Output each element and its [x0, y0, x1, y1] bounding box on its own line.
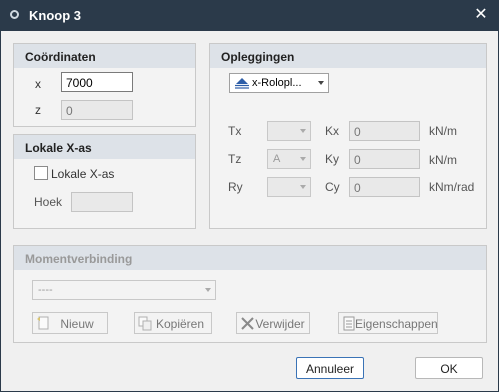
supports-group: Opleggingen x-Rolopl... Tx Kx 0 kN/m Tz … — [209, 43, 487, 229]
dof-select-tx[interactable] — [267, 121, 311, 141]
window-title: Knoop 3 — [29, 8, 81, 23]
coordinates-group: Coördinaten x 7000 z 0 — [13, 43, 196, 127]
angle-input[interactable] — [71, 192, 133, 212]
copy-button-label: Kopiëren — [155, 317, 205, 331]
local-axis-header: Lokale X-as — [14, 135, 195, 159]
spring-input-ky[interactable]: 0 — [349, 149, 420, 169]
moment-connection-value: ---- — [38, 284, 53, 296]
chevron-down-icon — [205, 288, 211, 292]
properties-button-label: Eigenschappen — [355, 317, 438, 331]
unit-kx: kN/m — [429, 124, 457, 138]
moment-connection-select[interactable]: ---- — [32, 280, 216, 300]
properties-button[interactable]: Eigenschappen — [338, 312, 438, 334]
dof-select-tz[interactable]: A — [267, 149, 311, 169]
dof-value-tz: A — [273, 153, 281, 165]
roller-support-icon — [235, 78, 249, 89]
spring-input-cy[interactable]: 0 — [349, 177, 420, 197]
z-label: z — [35, 103, 41, 117]
new-button-label: Nieuw — [60, 317, 94, 331]
chevron-down-icon — [300, 157, 306, 161]
dialog-body: Coördinaten x 7000 z 0 Lokale X-as Lokal… — [0, 31, 499, 392]
dof-label-ry: Ry — [228, 180, 243, 194]
app-icon — [10, 10, 19, 19]
supports-header: Opleggingen — [210, 44, 486, 68]
close-icon[interactable]: ✕ — [471, 5, 491, 25]
local-axis-checkbox-label: Lokale X-as — [51, 167, 115, 181]
unit-ky: kN/m — [429, 153, 457, 167]
chevron-down-icon — [300, 185, 306, 189]
moment-connection-header: Momentverbinding — [14, 246, 486, 270]
support-type-select[interactable]: x-Rolopl... — [229, 73, 329, 93]
chevron-down-icon — [318, 81, 324, 85]
x-input[interactable]: 7000 — [61, 72, 133, 92]
local-axis-checkbox[interactable] — [34, 166, 48, 180]
delete-button-label: Verwijder — [255, 317, 305, 331]
spring-label-cy: Cy — [325, 180, 340, 194]
unit-cy: kNm/rad — [429, 180, 475, 194]
chevron-down-icon — [300, 129, 306, 133]
ok-button-label: OK — [440, 362, 458, 376]
cancel-button-label: Annuleer — [305, 362, 355, 376]
moment-connection-group: Momentverbinding ---- Nieuw Kopiëren Ver… — [13, 245, 487, 343]
spring-input-kx[interactable]: 0 — [349, 121, 420, 141]
dof-label-tz: Tz — [228, 152, 242, 166]
z-input[interactable]: 0 — [61, 100, 133, 120]
local-axis-group: Lokale X-as Lokale X-as Hoek — [13, 134, 196, 229]
dof-select-ry[interactable] — [267, 177, 311, 197]
x-label: x — [35, 77, 41, 91]
dof-label-tx: Tx — [228, 124, 242, 138]
ok-button[interactable]: OK — [415, 357, 483, 379]
new-button[interactable]: Nieuw — [32, 312, 108, 334]
cancel-button[interactable]: Annuleer — [296, 357, 364, 379]
copy-button[interactable]: Kopiëren — [134, 312, 212, 334]
spring-label-ky: Ky — [325, 152, 340, 166]
title-bar: Knoop 3 ✕ — [0, 0, 499, 31]
spring-label-kx: Kx — [325, 124, 340, 138]
support-type-value: x-Rolopl... — [252, 77, 302, 89]
delete-button[interactable]: Verwijder — [236, 312, 310, 334]
angle-label: Hoek — [34, 195, 63, 209]
coordinates-header: Coördinaten — [14, 44, 195, 68]
